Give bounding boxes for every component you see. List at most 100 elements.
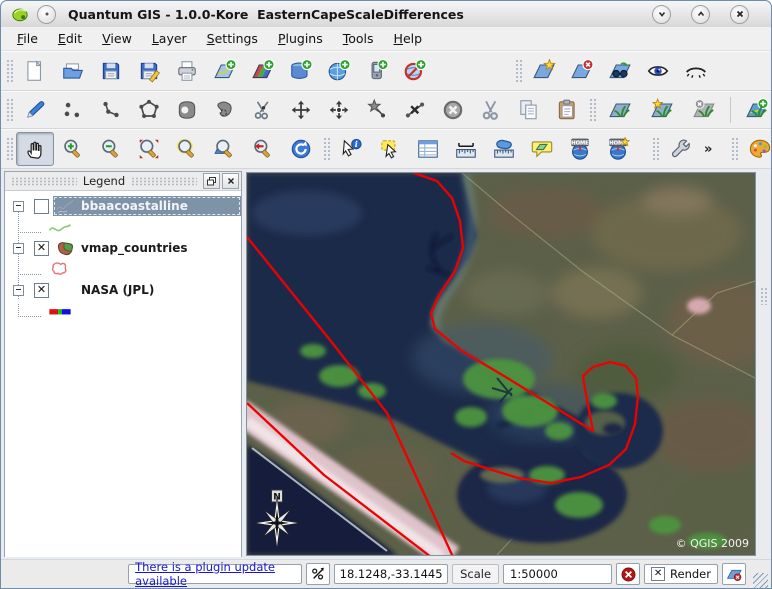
layer-select-area[interactable]: NASA (JPL) (53, 280, 241, 300)
legend-layer-vmap-countries[interactable]: ✕ vmap_countries (5, 237, 241, 259)
window-menu-button[interactable] (37, 5, 56, 24)
print-composer-button[interactable] (168, 54, 206, 88)
save-project-button[interactable] (92, 54, 130, 88)
show-bookmarks-button[interactable]: HOME (599, 132, 637, 166)
palette-button[interactable] (741, 132, 772, 166)
add-ring-button[interactable] (168, 93, 206, 127)
layer-label[interactable]: vmap_countries (79, 241, 188, 255)
toolbar-grip[interactable] (6, 137, 13, 161)
menu-help[interactable]: Help (384, 28, 433, 49)
cut-features-button[interactable] (472, 93, 510, 127)
measure-line-button[interactable] (447, 132, 485, 166)
grass-tools-button[interactable] (736, 93, 772, 127)
legend-layer-nasa-jpl[interactable]: ✕ NASA (JPL) (5, 279, 241, 301)
toolbar-grip[interactable] (731, 137, 738, 161)
toolbar-handle-grip[interactable] (760, 287, 768, 305)
select-features-button[interactable] (371, 132, 409, 166)
new-vector-layer-button[interactable] (525, 54, 563, 88)
move-vertex-button[interactable] (320, 93, 358, 127)
new-bookmark-button[interactable]: HOME (561, 132, 599, 166)
toolbar-grip[interactable] (515, 59, 522, 83)
remove-layer-button[interactable] (563, 54, 601, 88)
layer-checkbox[interactable] (34, 199, 49, 214)
layer-checkbox[interactable]: ✕ (34, 241, 49, 256)
layer-label[interactable]: bbaacoastalline (79, 199, 188, 213)
legend-header[interactable]: Legend (5, 172, 241, 191)
stop-render-button[interactable] (616, 563, 640, 585)
layer-checkbox[interactable]: ✕ (34, 283, 49, 298)
extents-toggle-button[interactable] (306, 563, 330, 585)
render-toggle[interactable]: ✕ Render (644, 564, 718, 584)
open-project-button[interactable] (54, 54, 92, 88)
capture-point-button[interactable] (54, 93, 92, 127)
grass-close-mapset-button[interactable] (683, 93, 725, 127)
toolbar-grip[interactable] (6, 59, 13, 83)
coordinate-display[interactable]: 18.1248,-33.1445 (334, 564, 448, 584)
toolbar-grip[interactable] (652, 137, 659, 161)
wrench-button[interactable] (662, 132, 700, 166)
new-project-button[interactable] (16, 54, 54, 88)
toolbar-overflow-button[interactable]: » (700, 142, 716, 157)
measure-area-button[interactable] (485, 132, 523, 166)
add-vector-layer-button[interactable] (206, 54, 244, 88)
capture-line-button[interactable] (92, 93, 130, 127)
zoom-layer-button[interactable] (206, 132, 244, 166)
toolbar-grip[interactable] (6, 98, 13, 122)
window-resize-grip[interactable] (753, 573, 768, 588)
close-button[interactable] (730, 5, 749, 24)
render-checkbox[interactable]: ✕ (651, 567, 665, 581)
zoom-in-button[interactable] (54, 132, 92, 166)
menu-file[interactable]: File (7, 28, 48, 49)
refresh-button[interactable] (282, 132, 320, 166)
close-panel-button[interactable] (222, 173, 239, 189)
add-island-button[interactable] (206, 93, 244, 127)
menu-view[interactable]: View (92, 28, 142, 49)
zoom-full-button[interactable] (130, 132, 168, 166)
map-tips-button[interactable] (523, 132, 561, 166)
expander-icon[interactable] (13, 201, 24, 212)
copy-features-button[interactable] (510, 93, 548, 127)
create-gpx-layer-button[interactable] (358, 54, 396, 88)
hide-all-layers-button[interactable] (677, 54, 715, 88)
layer-properties-button[interactable] (601, 54, 639, 88)
layer-label[interactable]: NASA (JPL) (79, 283, 154, 297)
menu-tools[interactable]: Tools (333, 28, 384, 49)
float-panel-button[interactable] (203, 173, 220, 189)
zoom-out-button[interactable] (92, 132, 130, 166)
toolbar-grip[interactable] (589, 98, 596, 122)
show-all-layers-button[interactable] (639, 54, 677, 88)
layer-select-area[interactable]: bbaacoastalline (53, 196, 241, 216)
pan-button[interactable] (16, 132, 54, 166)
save-project-as-button[interactable] (130, 54, 168, 88)
grass-new-mapset-button[interactable] (641, 93, 683, 127)
split-features-button[interactable] (244, 93, 282, 127)
attribute-table-button[interactable] (409, 132, 447, 166)
zoom-last-button[interactable] (244, 132, 282, 166)
menu-settings[interactable]: Settings (197, 28, 268, 49)
grass-open-mapset-button[interactable] (599, 93, 641, 127)
identify-button[interactable]: i (333, 132, 371, 166)
minimize-button[interactable] (652, 5, 671, 24)
menu-edit[interactable]: Edit (48, 28, 92, 49)
plugin-update-link[interactable]: There is a plugin update available (128, 564, 302, 584)
dock-grip[interactable] (131, 177, 197, 186)
maximize-button[interactable] (691, 5, 710, 24)
dock-grip[interactable] (11, 177, 77, 186)
zoom-selection-button[interactable] (168, 132, 206, 166)
add-vertex-button[interactable] (358, 93, 396, 127)
add-wfs-layer-button[interactable] (396, 54, 434, 88)
toolbar-grip[interactable] (323, 137, 330, 161)
delete-vertex-button[interactable] (396, 93, 434, 127)
expander-icon[interactable] (13, 243, 24, 254)
add-raster-layer-button[interactable] (244, 54, 282, 88)
delete-selected-button[interactable] (434, 93, 472, 127)
layer-select-area[interactable]: vmap_countries (53, 238, 241, 258)
capture-polygon-button[interactable] (130, 93, 168, 127)
legend-layer-bbaacoastalline[interactable]: bbaacoastalline (5, 195, 241, 217)
paste-features-button[interactable] (548, 93, 586, 127)
projection-button[interactable] (722, 563, 746, 585)
toggle-editing-button[interactable] (16, 93, 54, 127)
menu-plugins[interactable]: Plugins (268, 28, 333, 49)
map-canvas[interactable]: N © QGIS 2009 (246, 172, 756, 556)
move-feature-button[interactable] (282, 93, 320, 127)
